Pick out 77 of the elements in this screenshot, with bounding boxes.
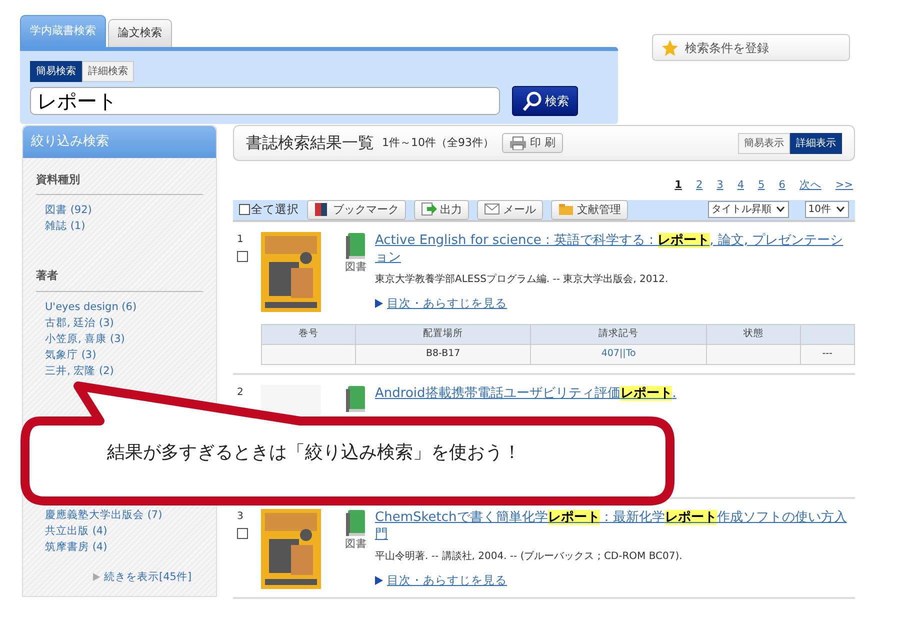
material-type-label: 図書 [344,260,368,275]
toc-link[interactable]: 目次・あらすじを見る [387,294,507,312]
view-tab[interactable]: 詳細表示 [790,132,842,154]
result-number: 2 [237,387,244,398]
star-icon [661,38,679,56]
page-link[interactable]: 次へ [799,178,822,194]
column-header: 巻号 [262,324,356,344]
mode-tab[interactable]: 詳細検索 [82,60,134,82]
call-number-link[interactable]: 407||To [530,344,706,364]
filter-link[interactable]: U'eyes design (6) [45,298,137,314]
bibliographic-info: 東京大学教養学部ALESSプログラム編. -- 東京大学出版会, 2012. [375,272,670,287]
sort-select[interactable]: タイトル昇順 [708,201,790,218]
page-link[interactable]: 1 [674,178,682,194]
page-link[interactable]: >> [835,178,853,194]
page-link[interactable]: 2 [696,178,703,194]
book-icon [345,385,367,413]
filter-link[interactable]: 古郡, 廷治 (3) [45,314,114,330]
mode-tab[interactable]: 簡易検索 [30,60,82,82]
callout-text: 結果が多すぎるときは「絞り込み検索」を使おう！ [107,441,521,465]
result-checkbox[interactable] [237,528,248,539]
results-title: 書誌検索結果一覧 [246,132,374,154]
bookmark-icon [314,202,330,218]
bibliographic-info: 平山令明著. -- 講談社, 2004. -- (ブルーバックス ; CD-ROM BC07). [375,550,684,564]
print-button[interactable]: 印 刷 [502,132,562,154]
book-icon [345,232,367,260]
triangle-icon [93,572,100,580]
printer-icon [509,136,527,150]
book-icon [345,509,367,537]
caret-icon [775,205,786,214]
table-cell: B8-B17 [355,344,531,364]
filter-link[interactable]: 慶應義塾大学出版会 (7) [45,506,162,522]
page-link[interactable]: 5 [758,178,765,194]
toc-link[interactable]: 目次・あらすじを見る [387,572,507,590]
section-heading: 資料種別 [36,172,203,195]
filter-link[interactable]: 共立出版 (4) [45,522,108,538]
result-checkbox[interactable] [237,250,248,262]
search-icon [521,90,543,112]
page-link[interactable]: 3 [716,178,724,194]
search-tab[interactable]: 論文検索 [108,19,172,46]
result-range: 1件～10件（全93件） [382,134,494,151]
view-tab[interactable]: 簡易表示 [738,132,790,154]
section-heading: 著者 [36,268,203,292]
filter-link[interactable]: 雑誌 (1) [45,218,86,234]
triangle-icon [375,576,383,586]
column-header: 請求記号 [530,324,706,344]
result-title-link[interactable]: Active English for science : 英語で科学する : レポート, 論文, プレゼンテーション [375,232,855,266]
caret-icon [835,205,846,214]
sidebar-title: 絞り込み検索 [23,126,216,158]
search-field[interactable]: レポート [30,86,500,114]
toolbar-button[interactable]: メール [477,200,543,220]
per-page-select[interactable]: 10件 [805,201,849,218]
result-number: 1 [237,234,244,245]
folder-icon [558,202,574,218]
register-search-button[interactable]: 検索条件を登録 [652,34,850,61]
show-more-link[interactable]: 続きを表示[45件] [104,568,192,584]
mail-icon [484,202,500,218]
filter-link[interactable]: 三井, 宏隆 (2) [45,362,114,378]
column-header: 配置場所 [355,324,531,344]
result-title-link[interactable]: Android搭載携帯電話ユーザビリティ評価レポート. [375,385,855,402]
toolbar-button[interactable]: 出力 [414,200,469,220]
export-icon [421,202,437,218]
toolbar-button[interactable]: 文献管理 [551,200,628,220]
page-link[interactable]: 4 [737,178,744,194]
filter-link[interactable]: 小笠原, 喜康 (3) [45,330,125,346]
filter-link[interactable]: 気象庁 (3) [45,346,96,362]
column-header: 状態 [706,324,800,344]
search-button[interactable]: 検索 [512,86,578,116]
result-title-link[interactable]: ChemSketchで書く簡単化学レポート：最新化学レポート作成ソフトの使い方入門 [375,509,855,543]
filter-link[interactable]: 筑摩書房 (4) [45,538,108,554]
toolbar-button[interactable]: ブックマーク [307,200,406,220]
triangle-icon [375,298,383,308]
result-number: 3 [237,511,244,522]
material-type-label: 図書 [344,537,368,552]
filter-link[interactable]: 図書 (92) [45,202,92,218]
table-cell: --- [800,344,854,364]
select-all-checkbox[interactable]: 全て選択 [239,201,299,218]
page-link[interactable]: 6 [778,178,786,194]
